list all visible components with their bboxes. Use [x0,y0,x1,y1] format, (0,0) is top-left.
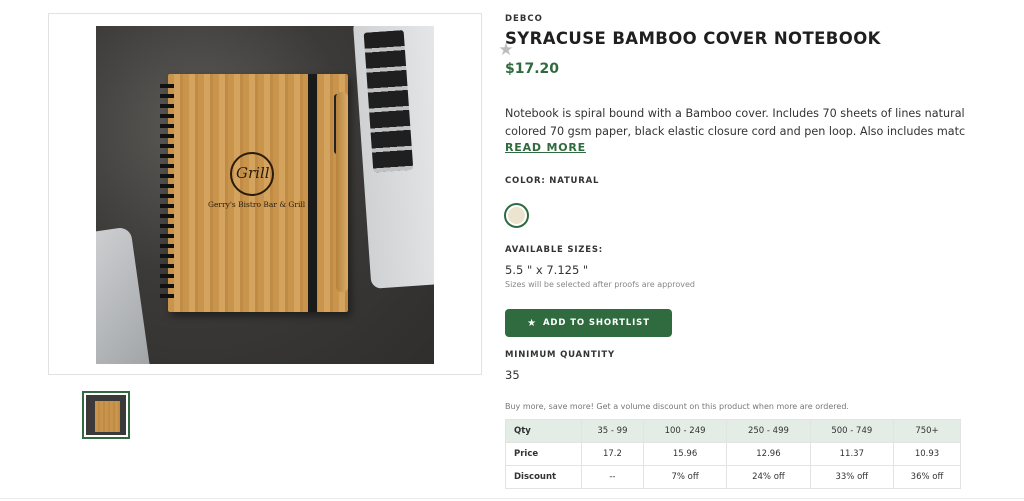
color-label: COLOR: NATURAL [505,176,600,186]
table-cell: 750+ [893,419,961,443]
table-cell: 15.96 [642,442,728,466]
table-row-qty: Qty 35 - 99 100 - 249 250 - 499 500 - 74… [505,419,961,443]
star-icon: ★ [527,317,537,329]
table-cell: 35 - 99 [581,419,644,443]
product-photo[interactable]: Grill Gerry's Bistro Bar & Grill [96,26,434,364]
table-cell: 36% off [893,465,961,489]
laptop-prop [352,26,434,289]
product-image-frame: Grill Gerry's Bistro Bar & Grill ★ [48,13,514,375]
brand-name[interactable]: DEBCO [505,14,543,24]
divider [0,498,1024,499]
sizes-label: AVAILABLE SIZES: [505,245,603,255]
table-cell: 10.93 [893,442,961,466]
product-price: $17.20 [505,61,560,77]
table-cell: Discount [505,465,582,489]
table-cell: Qty [505,419,582,443]
elastic-strap [308,74,317,312]
table-cell: 100 - 249 [642,419,728,443]
table-row-price: Price 17.2 15.96 12.96 11.37 10.93 [505,442,961,466]
volume-promo: Buy more, save more! Get a volume discou… [505,402,849,411]
color-swatch-natural[interactable] [504,203,529,228]
table-cell: Price [505,442,582,466]
table-cell: 24% off [726,465,811,489]
shortlist-label: ADD TO SHORTLIST [542,318,650,328]
size-value: 5.5 " x 7.125 " [505,263,589,277]
table-row-discount: Discount -- 7% off 24% off 33% off 36% o… [505,465,961,489]
spiral-binding [160,84,174,302]
table-cell: 7% off [642,465,728,489]
phone-prop [96,226,152,364]
pen [336,92,348,292]
minimum-quantity-value: 35 [505,368,520,382]
product-description: Notebook is spiral bound with a Bamboo c… [505,107,965,138]
table-cell: -- [581,465,644,489]
logo-subtext: Gerry's Bistro Bar & Grill [208,200,306,209]
notebook-image: Grill Gerry's Bistro Bar & Grill [160,74,348,312]
size-note: Sizes will be selected after proofs are … [505,280,695,289]
add-to-shortlist-button[interactable]: ★ ADD TO SHORTLIST [505,309,672,337]
table-cell: 250 - 499 [726,419,811,443]
table-cell: 17.2 [581,442,644,466]
table-cell: 33% off [809,465,895,489]
logo-text: Grill [236,164,270,182]
table-cell: 11.37 [809,442,895,466]
read-more-link[interactable]: READ MORE [505,141,586,154]
volume-pricing-table: Qty 35 - 99 100 - 249 250 - 499 500 - 74… [505,419,961,489]
minimum-quantity-label: MINIMUM QUANTITY [505,350,615,360]
product-title: SYRACUSE BAMBOO COVER NOTEBOOK [505,29,881,48]
table-cell: 500 - 749 [809,419,895,443]
table-cell: 12.96 [726,442,811,466]
thumbnail-1[interactable] [82,391,130,439]
